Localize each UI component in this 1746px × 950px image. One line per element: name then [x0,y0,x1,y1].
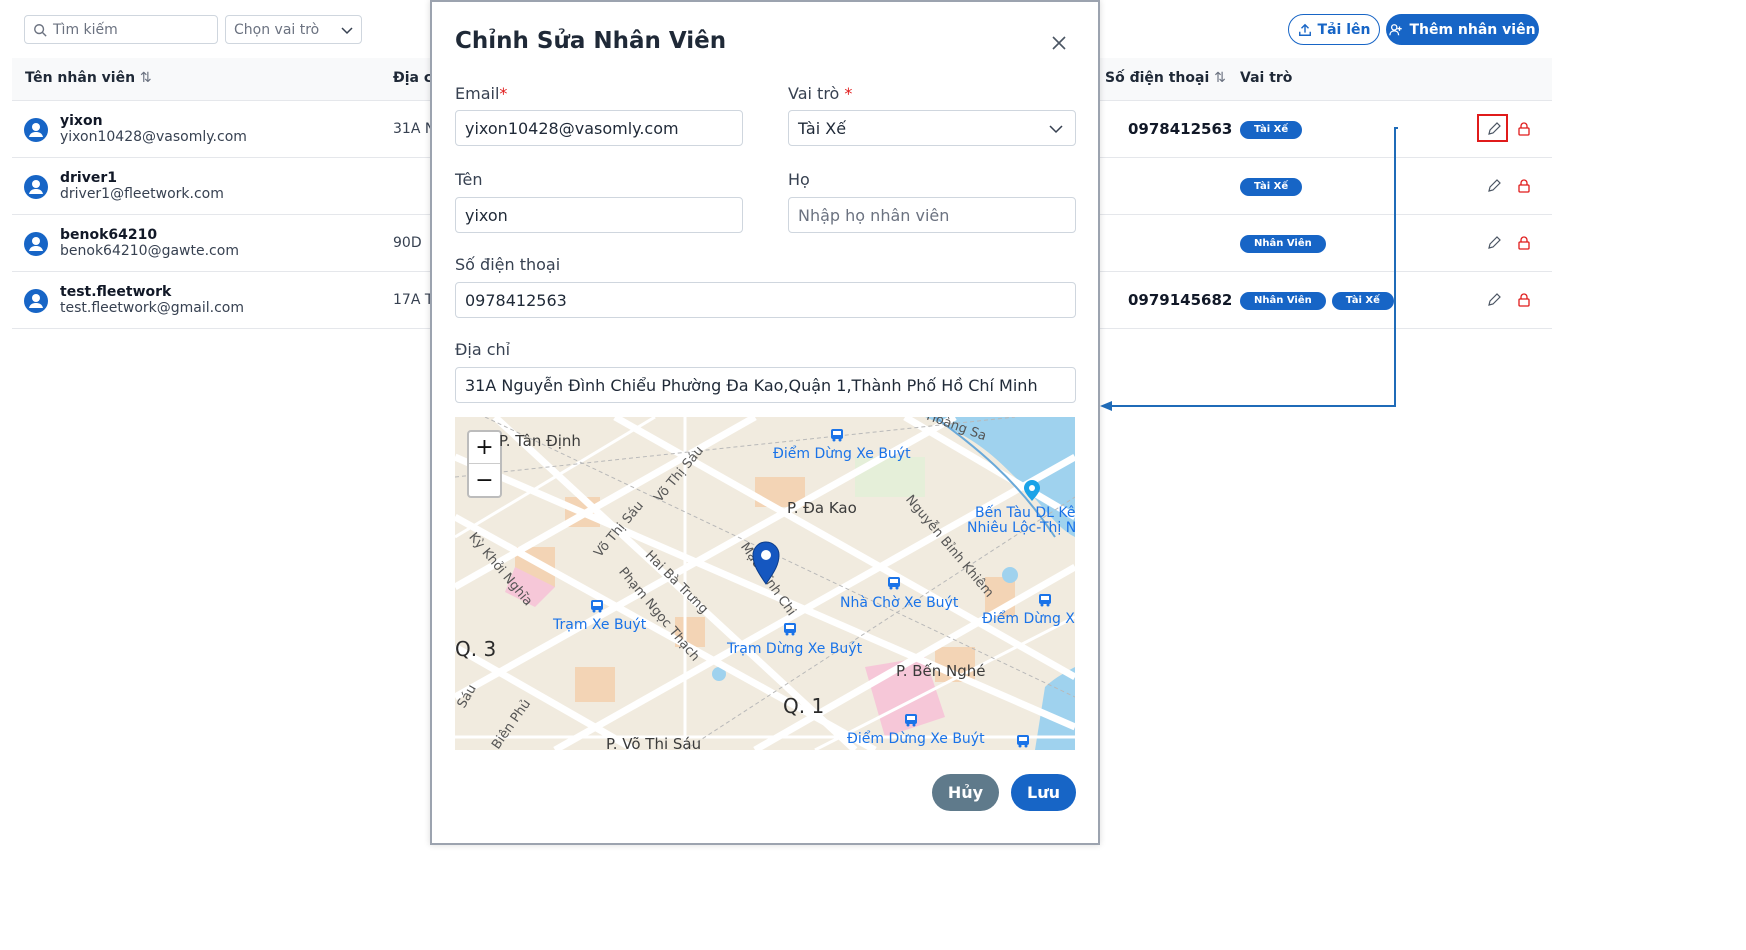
last-name-label: Họ [788,170,810,189]
search-placeholder: Tìm kiếm [53,21,118,38]
lock-icon[interactable] [1516,178,1532,194]
map-label: Nhiêu Lộc-Thị Nghè [967,520,1075,536]
add-user-icon [1389,23,1403,35]
map-label: P. Võ Thị Sáu [606,735,702,750]
role-filter-placeholder: Chọn vai trò [234,21,320,38]
upload-button[interactable]: Tải lên [1288,14,1380,45]
sort-icon[interactable]: ⇅ [1214,70,1226,86]
map-label: Bến Tàu DL Kênh [975,505,1075,521]
dialog-title: Chỉnh Sửa Nhân Viên [455,28,727,54]
bus-icon [831,429,843,442]
add-employee-button[interactable]: Thêm nhân viên [1386,14,1539,45]
employee-email: test.fleetwork@gmail.com [60,300,244,316]
employee-address: 90D [393,235,422,251]
employee-email: yixon10428@vasomly.com [60,129,247,145]
close-icon[interactable] [1050,34,1068,52]
pencil-icon[interactable] [1486,292,1502,308]
add-employee-label: Thêm nhân viên [1409,21,1536,38]
phone-field[interactable]: 0978412563 [455,282,1076,318]
zoom-in-button[interactable]: + [469,432,500,464]
lock-icon[interactable] [1516,235,1532,251]
anchor-icon [1024,480,1040,501]
last-name-field[interactable]: Nhập họ nhân viên [788,197,1076,233]
map-label: P. Đa Kao [787,499,857,517]
employee-address: 17A T [393,292,434,308]
pencil-icon[interactable] [1486,235,1502,251]
address-label: Địa chỉ [455,340,511,359]
save-button[interactable]: Lưu [1011,774,1076,811]
bus-icon [591,600,603,613]
map-pin-icon[interactable] [752,541,780,585]
upload-label: Tải lên [1317,21,1371,38]
sort-icon[interactable]: ⇅ [140,70,152,86]
bus-icon [784,623,796,636]
map-label: Điểm Dừng Xe [982,611,1075,627]
header-phone[interactable]: Số điện thoại ⇅ [1105,70,1226,86]
map-zoom-control: + − [467,430,502,498]
bus-icon [905,714,917,727]
lock-icon[interactable] [1516,292,1532,308]
employee-name: driver1 [60,170,117,186]
employee-email: driver1@fleetwork.com [60,186,224,202]
map-label: P. Bến Nghé [896,662,986,680]
bus-icon [1017,735,1029,748]
pencil-icon[interactable] [1486,178,1502,194]
user-avatar-icon [24,289,48,313]
phone-label: Số điện thoại [455,255,561,274]
email-field[interactable]: yixon10428@vasomly.com [455,110,743,146]
bus-icon [1039,594,1051,607]
upload-icon [1298,23,1311,36]
employee-address: 31A N [393,121,436,137]
header-role: Vai trò [1240,70,1293,86]
map-label: Trạm Xe Buýt [553,617,647,633]
first-name-label: Tên [455,170,483,189]
chevron-down-icon [341,26,353,34]
role-select[interactable]: Tài Xế [788,110,1076,146]
map-label: Điểm Dừng Xe Buýt [847,731,985,747]
location-map[interactable]: + − P. Tân Định Hoàng Sa Điểm Dừng Xe Bu… [455,417,1075,750]
header-address: Địa c [393,70,433,86]
header-name[interactable]: Tên nhân viên ⇅ [25,70,152,86]
email-label: Email* [455,84,508,103]
role-select-value: Tài Xế [798,118,847,138]
map-label: Q. 1 [783,694,825,718]
annotation-arrow [1100,127,1398,411]
map-label: Điểm Dừng Xe Buýt [773,446,911,462]
employee-name: benok64210 [60,227,158,243]
search-icon [34,23,47,37]
employee-email: benok64210@gawte.com [60,243,239,259]
user-avatar-icon [24,232,48,256]
address-field[interactable]: 31A Nguyễn Đình Chiểu Phường Đa Kao,Quận… [455,367,1076,403]
first-name-field[interactable]: yixon [455,197,743,233]
role-filter-select[interactable]: Chọn vai trò [225,15,362,44]
bus-icon [888,577,900,590]
map-label: P. Tân Định [499,432,581,450]
chevron-down-icon [1049,125,1063,134]
user-avatar-icon [24,175,48,199]
map-label: Nhà Chờ Xe Buýt [840,595,959,611]
cancel-button[interactable]: Hủy [932,774,999,811]
lock-icon[interactable] [1516,121,1532,137]
role-label: Vai trò * [788,84,853,103]
edit-employee-dialog: Chỉnh Sửa Nhân Viên Email* yixon10428@va… [430,0,1100,845]
employee-name: yixon [60,113,103,129]
employee-name: test.fleetwork [60,284,172,300]
user-avatar-icon [24,118,48,142]
map-label: Q. 3 [455,637,497,661]
zoom-out-button[interactable]: − [469,464,500,496]
map-label: Trạm Dừng Xe Buýt [727,641,863,657]
edit-highlight-box [1477,114,1508,142]
search-input[interactable]: Tìm kiếm [24,15,218,44]
